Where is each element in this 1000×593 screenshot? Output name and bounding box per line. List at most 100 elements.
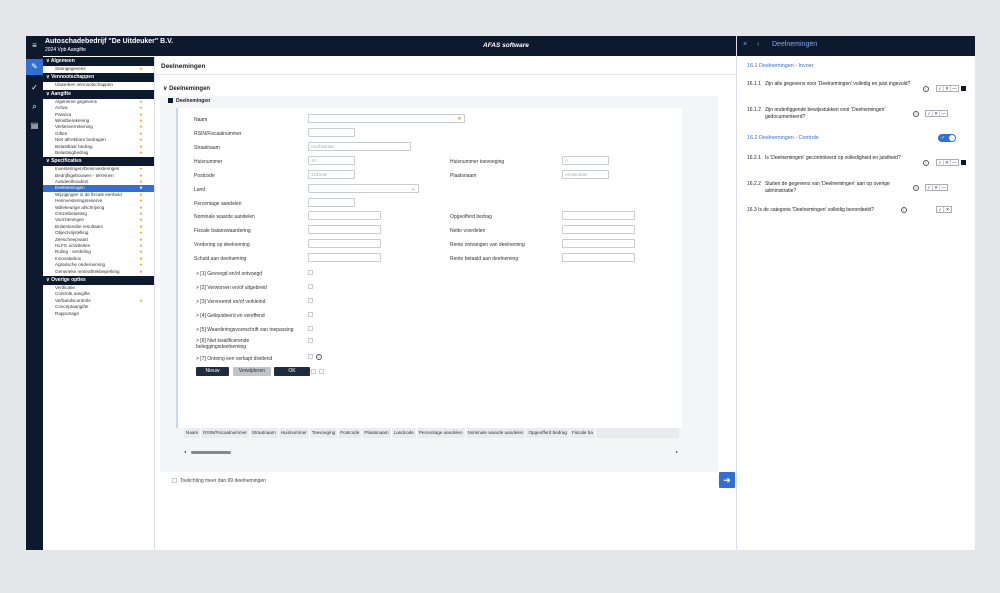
scroll-right-icon[interactable]: ▸ — [676, 449, 678, 454]
yes-option[interactable]: ✓ — [937, 207, 944, 212]
land-select[interactable]: ⌄ — [308, 184, 419, 193]
sidebar-item[interactable]: Stamgegevens ★ — [43, 66, 154, 72]
check-label-7[interactable]: > [7] Onteing een verkapt dividend — [196, 356, 272, 362]
check-label-2[interactable]: > [2] Verworven en/of uitgebreid — [196, 285, 267, 291]
sidebar-item[interactable]: Rapportage — [43, 311, 154, 317]
checkbox-7[interactable] — [308, 354, 313, 359]
column-header[interactable]: Naam — [184, 428, 202, 438]
column-header[interactable]: Opgeofferd bedrag — [526, 428, 570, 438]
answer-toggle-group[interactable]: ✓ ✕ — — [936, 159, 959, 166]
check-label-5[interactable]: > [5] Waarderingsvoorschrift van toepass… — [196, 327, 294, 333]
check-label-4[interactable]: > [4] Geliquideerd en vereffend — [196, 313, 265, 319]
arrow-right-button[interactable]: ➜ — [719, 472, 735, 488]
menu-icon[interactable]: ≡ — [26, 38, 43, 54]
horizontal-scrollbar[interactable]: ◂ ▸ — [184, 449, 678, 455]
huisnummer-toevoeging-input[interactable]: A — [562, 156, 609, 165]
select-checkbox[interactable] — [311, 369, 316, 374]
na-option[interactable]: — — [940, 111, 947, 116]
ok-button[interactable]: OK — [274, 367, 310, 376]
new-button[interactable]: Nieuw — [196, 367, 229, 376]
checkbox-4[interactable] — [308, 312, 313, 317]
nav-section-header[interactable]: ∨ Vennootschappen — [43, 73, 154, 83]
yes-option[interactable]: ✓ — [937, 86, 944, 91]
info-icon[interactable]: i — [901, 207, 907, 213]
back-icon[interactable]: ‹ — [757, 41, 759, 48]
answer-toggle-group[interactable]: ✓ ✕ — — [936, 85, 959, 92]
sidebar-item[interactable]: Generieke renteaftrekbeperking ★ — [43, 269, 154, 275]
rsin-input[interactable] — [308, 128, 355, 137]
column-header[interactable]: Postcode — [338, 428, 363, 438]
rente-ontvangen-input[interactable] — [562, 239, 635, 248]
fiscale-balans-input[interactable] — [308, 225, 381, 234]
info-icon[interactable]: i — [913, 185, 919, 191]
checkbox-1[interactable] — [308, 270, 313, 275]
column-header[interactable]: Plaatsnaam — [362, 428, 392, 438]
toelichting-checkbox[interactable] — [172, 478, 177, 483]
search-icon[interactable]: ⌕ — [26, 99, 43, 115]
naam-input[interactable]: ✱ — [308, 114, 465, 123]
column-header[interactable]: Huisnummer — [279, 428, 310, 438]
document-icon[interactable]: ▤ — [26, 118, 43, 134]
yes-option[interactable]: ✓ — [926, 111, 933, 116]
vordering-input[interactable] — [308, 239, 381, 248]
section-toggle[interactable]: ✓ — [938, 134, 956, 142]
percentage-input[interactable] — [308, 198, 355, 207]
nav-section-header[interactable]: ∨ Specificaties — [43, 157, 154, 167]
straatnaam-input[interactable]: Hoofdstraat — [308, 142, 411, 151]
info-icon[interactable]: i — [923, 86, 929, 92]
no-option[interactable]: ✕ — [944, 160, 951, 165]
column-header[interactable]: Percentage aandelen — [417, 428, 466, 438]
section-header[interactable]: ∨ Deelnemingen — [163, 85, 210, 92]
checkbox-5[interactable] — [308, 326, 313, 331]
na-option[interactable]: — — [951, 160, 958, 165]
column-header[interactable]: RSIN/Fiscaalnummer — [201, 428, 250, 438]
column-header[interactable]: Toevoeging — [310, 428, 339, 438]
nav-section-header[interactable]: ∨ Aangifte — [43, 89, 154, 99]
info-icon[interactable]: i — [923, 160, 929, 166]
column-header[interactable]: Landcode — [392, 428, 417, 438]
flag-icon[interactable] — [961, 160, 966, 165]
na-option[interactable]: — — [940, 185, 947, 190]
no-option[interactable]: ✕ — [933, 111, 940, 116]
checkbox-2[interactable] — [308, 284, 313, 289]
postcode-input[interactable]: 1234AB — [308, 170, 355, 179]
close-icon[interactable]: × — [743, 41, 747, 48]
scrollbar-thumb[interactable] — [191, 451, 231, 454]
select-all-checkbox[interactable] — [319, 369, 324, 374]
schuld-input[interactable] — [308, 253, 381, 262]
answer-toggle-group[interactable]: ✓ ✕ — — [925, 184, 948, 191]
rente-betaald-input[interactable] — [562, 253, 635, 262]
check-label-3[interactable]: > [3] Vervreemd en/of verkleind — [196, 299, 265, 305]
nominale-input[interactable] — [308, 211, 381, 220]
toelichting-row[interactable]: Toelichting meer dan 99 deelnemingen — [172, 478, 266, 484]
column-header[interactable]: Nominale waarde aandelen — [466, 428, 527, 438]
info-icon[interactable]: i — [316, 354, 322, 360]
netto-input[interactable] — [562, 225, 635, 234]
na-option[interactable]: — — [951, 86, 958, 91]
answer-toggle-group[interactable]: ✓ ✕ — — [925, 110, 948, 117]
opgeofferd-input[interactable] — [562, 211, 635, 220]
info-icon[interactable]: i — [913, 111, 919, 117]
check-icon[interactable]: ✓ — [26, 80, 43, 96]
no-option[interactable]: ✕ — [944, 207, 951, 212]
huisnummer-input[interactable]: 10 — [308, 156, 355, 165]
checkbox-6[interactable] — [308, 338, 313, 343]
sidebar-item[interactable]: Belastingbedrag ★ — [43, 150, 154, 156]
check-label-1[interactable]: > [1] Gevoegd en/of ontvoegd — [196, 271, 262, 277]
flag-icon[interactable] — [961, 86, 966, 91]
nav-section-header[interactable]: ∨ Algemeen — [43, 57, 154, 66]
answer-toggle-group[interactable]: ✓ ✕ — [936, 206, 952, 213]
scroll-left-icon[interactable]: ◂ — [184, 449, 186, 454]
sidebar-item[interactable]: Uitwerken vennootschappen — [43, 82, 154, 88]
delete-button[interactable]: Verwijderen — [233, 367, 271, 376]
yes-option[interactable]: ✓ — [926, 185, 933, 190]
yes-option[interactable]: ✓ — [937, 160, 944, 165]
column-header[interactable]: Straatnaam — [250, 428, 279, 438]
pencil-icon[interactable]: ✎ — [26, 59, 43, 75]
no-option[interactable]: ✕ — [933, 185, 940, 190]
no-option[interactable]: ✕ — [944, 86, 951, 91]
column-header[interactable]: Fiscale ba — [570, 428, 596, 438]
plaatsnaam-input[interactable]: Amsterdam — [562, 170, 609, 179]
checkbox-3[interactable] — [308, 298, 313, 303]
nav-section-header[interactable]: ∨ Overige opties — [43, 275, 154, 285]
